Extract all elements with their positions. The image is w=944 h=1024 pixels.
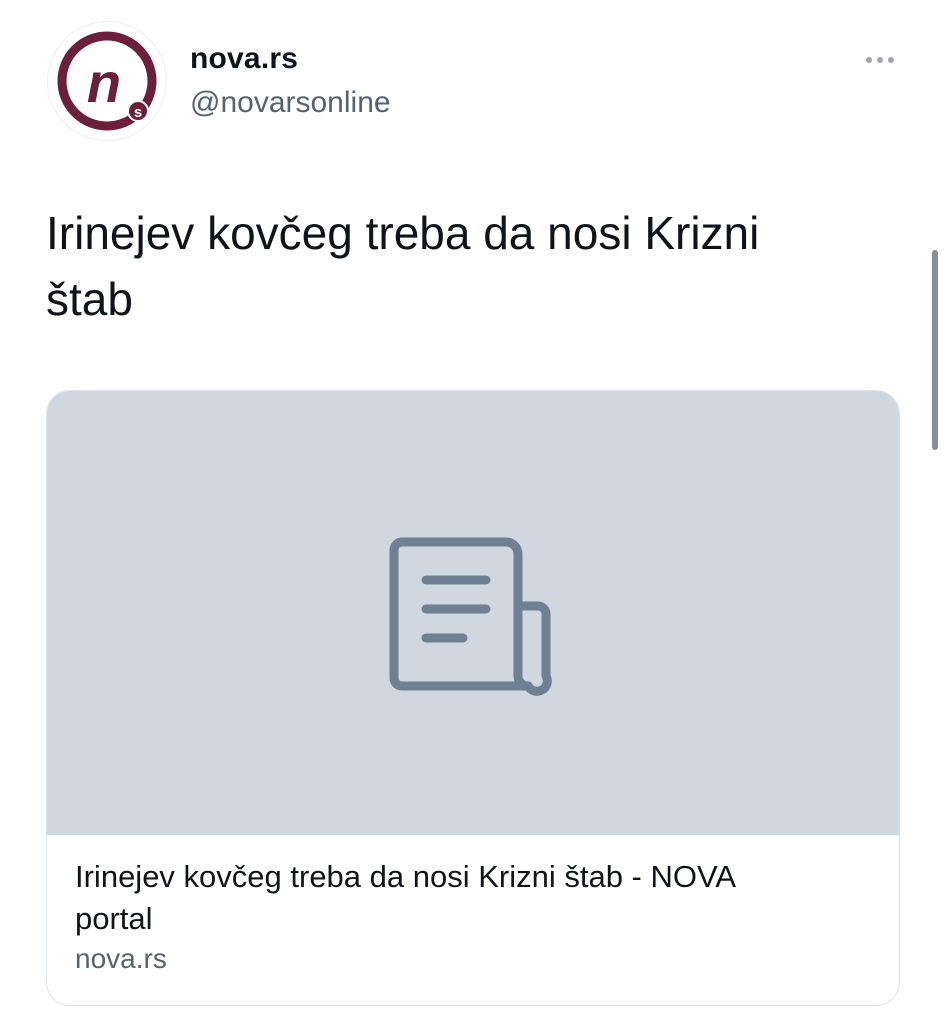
avatar[interactable]: n s: [48, 22, 166, 140]
scrollbar[interactable]: [932, 250, 938, 450]
tweet-text-line: Irinejev kovčeg treba da nosi Krizni: [46, 207, 760, 259]
link-card[interactable]: Irinejev kovčeg treba da nosi Krizni šta…: [46, 390, 900, 1006]
link-card-title-line: portal: [75, 901, 153, 936]
user-handle[interactable]: @novarsonline: [190, 86, 391, 120]
link-card-title: Irinejev kovčeg treba da nosi Krizni šta…: [75, 856, 875, 940]
tweet-text-line: štab: [46, 273, 133, 325]
link-card-title-line: Irinejev kovčeg treba da nosi Krizni šta…: [75, 859, 737, 894]
tweet-text: Irinejev kovčeg treba da nosi Krizni šta…: [46, 200, 846, 332]
display-name[interactable]: nova.rs: [190, 42, 298, 76]
link-card-domain: nova.rs: [75, 943, 167, 974]
avatar-sub-letter: s: [134, 104, 142, 121]
avatar-letter: n: [87, 51, 121, 114]
nova-logo: n s: [57, 31, 157, 131]
document-icon: [389, 537, 552, 696]
more-horizontal-icon[interactable]: [860, 48, 900, 72]
